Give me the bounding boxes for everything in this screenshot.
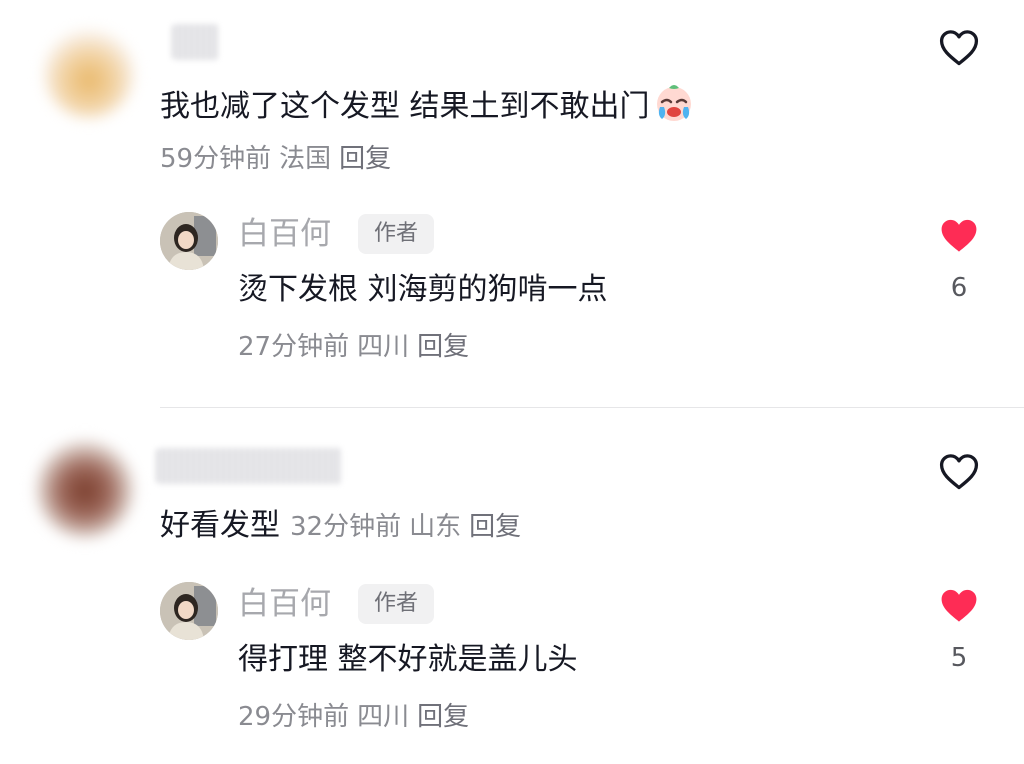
like-heart-icon[interactable] — [937, 450, 981, 494]
author-badge: 作者 — [358, 584, 435, 624]
commenter-avatar[interactable] — [36, 440, 134, 538]
commenter-avatar[interactable] — [44, 28, 134, 118]
comment-text: 我也减了这个发型 结果土到不敢出门 — [160, 80, 696, 127]
reply-time: 27分钟前 — [238, 332, 350, 362]
comment-text: 好看发型 32分钟前 山东 回复 — [160, 506, 529, 546]
comment-time: 59分钟前 — [160, 144, 272, 174]
reply-location: 四川 — [357, 332, 410, 362]
author-name[interactable]: 白百何 — [238, 584, 331, 624]
like-count: 5 — [950, 643, 968, 673]
reply-button[interactable]: 回复 — [469, 512, 521, 542]
commenter-username[interactable] — [172, 24, 218, 60]
author-avatar[interactable] — [160, 582, 218, 640]
comment-meta: 59分钟前 法国 回复 — [160, 142, 399, 176]
like-heart-icon[interactable] — [937, 26, 981, 70]
commenter-username[interactable] — [156, 448, 342, 484]
crying-face-emoji — [656, 85, 691, 121]
reply-time: 29分钟前 — [238, 702, 350, 732]
liked-heart-icon[interactable] — [937, 214, 981, 258]
author-name[interactable]: 白百何 — [238, 214, 331, 254]
comment-location: 山东 — [409, 512, 462, 542]
liked-heart-icon[interactable] — [937, 584, 981, 628]
reply-text: 烫下发根 刘海剪的狗啃一点 — [238, 272, 608, 307]
comment-location: 法国 — [279, 144, 332, 174]
like-count: 6 — [950, 273, 968, 303]
comment-divider — [160, 407, 1024, 408]
reply-button[interactable]: 回复 — [417, 702, 469, 732]
reply-location: 四川 — [357, 702, 410, 732]
reply-meta: 29分钟前 四川 回复 — [238, 700, 477, 734]
comment-time: 32分钟前 — [290, 512, 402, 542]
reply-button[interactable]: 回复 — [417, 332, 469, 362]
reply-text: 得打理 整不好就是盖儿头 — [238, 642, 578, 677]
reply-meta: 27分钟前 四川 回复 — [238, 330, 477, 364]
comment-meta: 32分钟前 山东 回复 — [290, 512, 529, 542]
author-badge: 作者 — [358, 214, 435, 254]
reply-button[interactable]: 回复 — [339, 144, 391, 174]
author-avatar[interactable] — [160, 212, 218, 270]
